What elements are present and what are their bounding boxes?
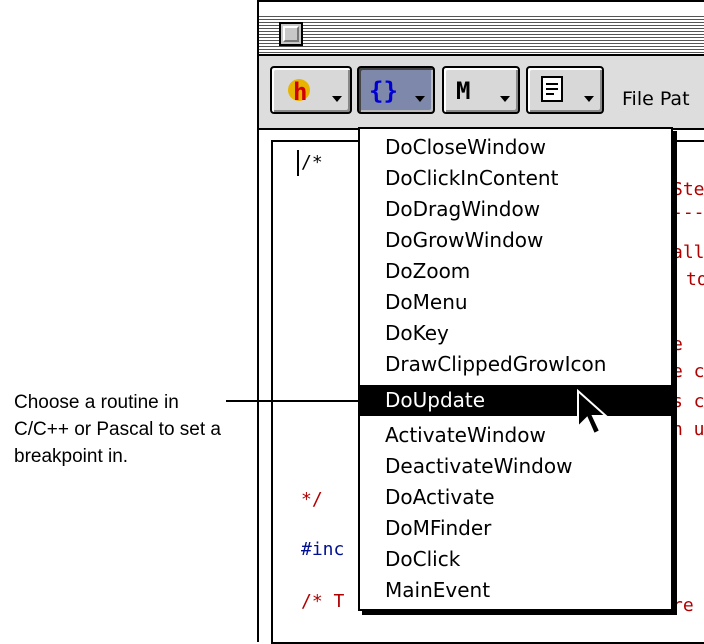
comment-bottom: /* T (301, 591, 345, 612)
code-fragment: re (672, 595, 694, 616)
chevron-down-icon (500, 96, 510, 102)
document-icon (541, 76, 563, 102)
document-popup-button[interactable] (526, 66, 604, 114)
menu-item[interactable]: DoActivate (360, 482, 671, 513)
header-files-popup-button[interactable]: h (270, 66, 352, 114)
menu-item[interactable]: DoGrowWindow (360, 225, 671, 256)
routines-menu: DoCloseWindow DoClickInContent DoDragWin… (358, 127, 673, 611)
marker-m-icon: M (456, 77, 470, 104)
menu-item[interactable]: DoClick (360, 544, 671, 575)
comment-open: /* (301, 152, 323, 173)
code-fragment: e c (672, 361, 704, 382)
menu-item[interactable]: DoMenu (360, 287, 671, 318)
code-fragment: all (672, 242, 704, 263)
menu-item[interactable]: DoDragWindow (360, 194, 671, 225)
menu-item-selected[interactable]: DoUpdate (360, 385, 671, 416)
menu-item[interactable]: DoCloseWindow (360, 132, 671, 163)
chevron-down-icon (332, 96, 342, 102)
include-directive: #inc (301, 539, 345, 560)
menu-item[interactable]: DoKey (360, 318, 671, 349)
braces-icon: {} (369, 77, 398, 104)
file-path-button[interactable]: File Pat (622, 88, 690, 110)
chevron-down-icon (415, 96, 425, 102)
menu-item[interactable]: ActivateWindow (360, 420, 671, 451)
header-file-icon: h (288, 78, 310, 104)
menu-item[interactable]: DoMFinder (360, 513, 671, 544)
menu-item[interactable]: DeactivateWindow (360, 451, 671, 482)
comment-close: */ (301, 489, 323, 510)
svg-text:M: M (456, 77, 470, 104)
callout-caption: Choose a routine in C/C++ or Pascal to s… (14, 392, 221, 467)
menu-item[interactable]: DoClickInContent (360, 163, 671, 194)
menu-item[interactable]: MainEvent (360, 575, 671, 606)
callout-leader-line (226, 400, 358, 402)
close-box[interactable] (279, 22, 303, 46)
chevron-down-icon (584, 96, 594, 102)
code-fragment: Ste (672, 179, 704, 200)
routines-popup-button[interactable]: {} (357, 66, 435, 114)
code-fragment: e (672, 334, 683, 355)
text-cursor (297, 150, 299, 176)
svg-text:{}: {} (369, 77, 398, 104)
menu-item[interactable]: DoZoom (360, 256, 671, 287)
title-bar[interactable] (259, 14, 704, 56)
menu-item[interactable]: DrawClippedGrowIcon (360, 349, 671, 380)
code-fragment: n u (672, 419, 704, 440)
code-fragment: --- (672, 202, 704, 223)
markers-popup-button[interactable]: M (442, 66, 520, 114)
arrow-cursor-icon (577, 389, 609, 436)
code-fragment: to (686, 269, 704, 290)
svg-text:h: h (293, 78, 307, 104)
code-fragment: s c (672, 391, 704, 412)
